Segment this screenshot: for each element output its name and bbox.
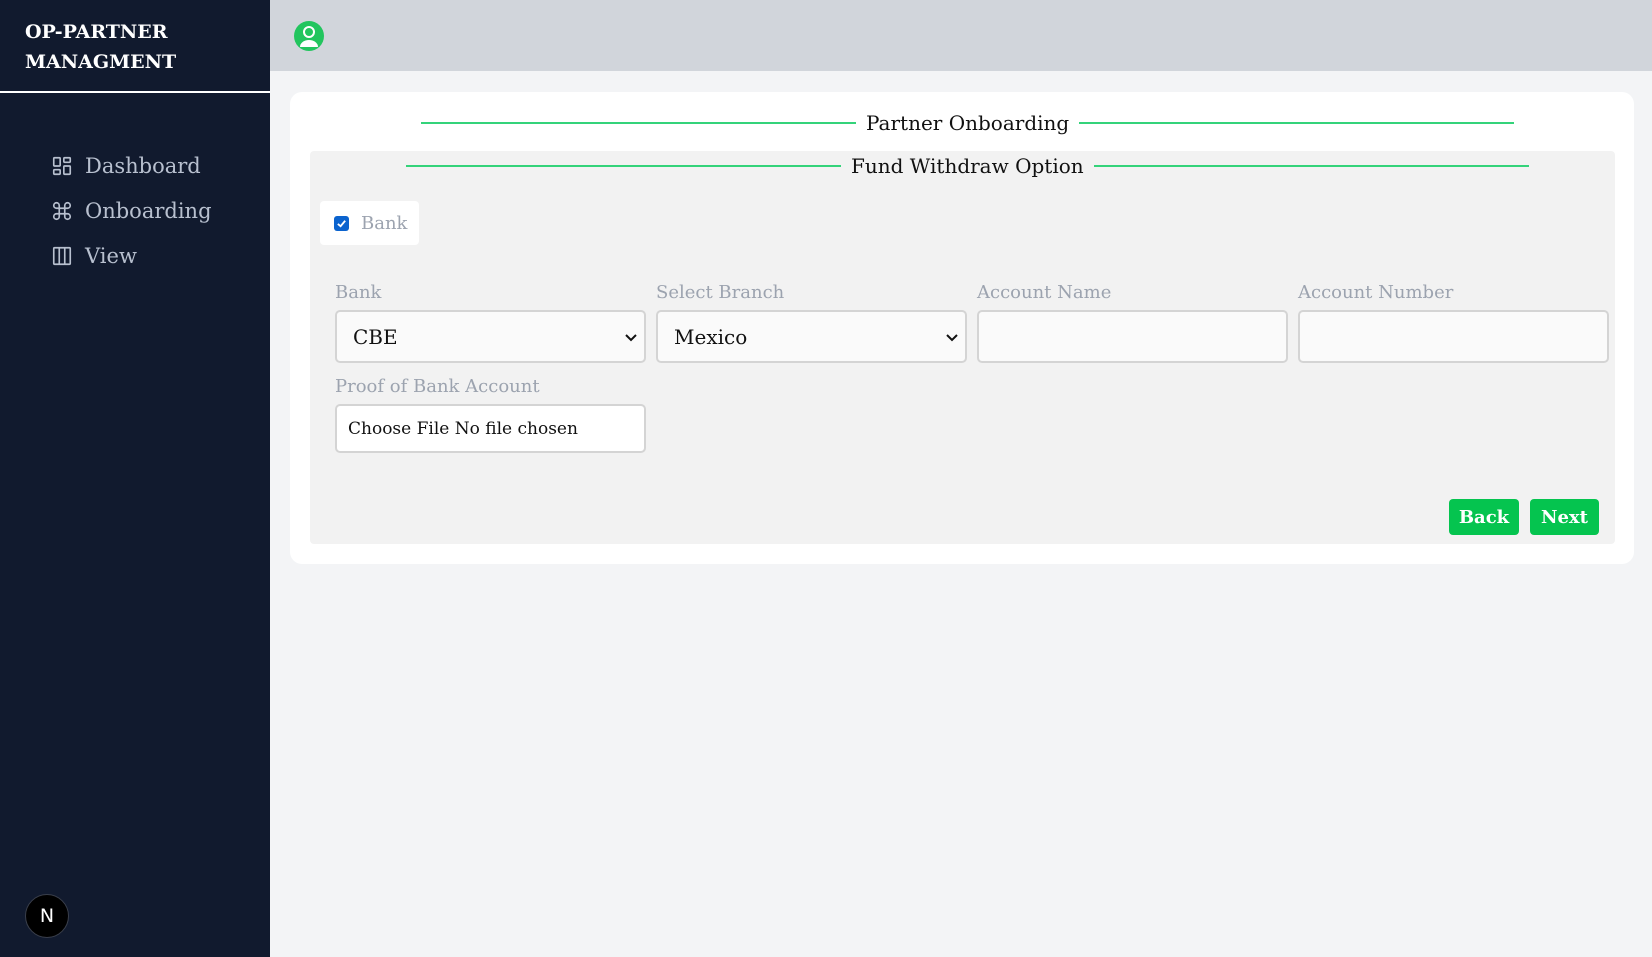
divider-line <box>406 165 841 167</box>
sidebar-item-label: View <box>85 243 137 268</box>
page-title: Partner Onboarding <box>421 111 1515 135</box>
back-button[interactable]: Back <box>1449 499 1519 535</box>
brand-title: OP-PARTNER MANAGMENT <box>0 0 270 93</box>
account-number-label: Account Number <box>1298 282 1454 303</box>
sidebar-nav: Dashboard Onboarding View <box>0 93 270 278</box>
proof-field: Proof of Bank Account Choose File No fil… <box>335 376 646 453</box>
sidebar-item-label: Onboarding <box>85 198 212 223</box>
onboarding-card: Partner Onboarding Fund Withdraw Option … <box>290 92 1634 564</box>
proof-file-input[interactable]: Choose File No file chosen <box>335 404 646 453</box>
fund-withdraw-section: Fund Withdraw Option Bank Bank CBE Selec… <box>310 151 1615 544</box>
sidebar: OP-PARTNER MANAGMENT Dashboard Onboardin… <box>0 0 270 957</box>
section-title: Fund Withdraw Option <box>406 154 1529 178</box>
divider-line <box>1079 122 1515 124</box>
branch-field: Select Branch Mexico <box>656 282 967 363</box>
sidebar-item-label: Dashboard <box>85 153 201 178</box>
branch-select[interactable]: Mexico <box>656 310 967 363</box>
proof-label: Proof of Bank Account <box>335 376 540 397</box>
bank-option[interactable]: Bank <box>320 201 419 245</box>
section-title-text: Fund Withdraw Option <box>851 154 1084 178</box>
bank-select[interactable]: CBE <box>335 310 646 363</box>
account-number-input[interactable] <box>1298 310 1609 363</box>
divider-line <box>1093 165 1529 167</box>
sidebar-item-view[interactable]: View <box>0 233 270 278</box>
bank-field: Bank CBE <box>335 282 646 363</box>
user-avatar-icon[interactable] <box>294 21 324 51</box>
check-icon <box>337 219 346 228</box>
page-title-text: Partner Onboarding <box>866 111 1070 135</box>
account-name-input[interactable] <box>977 310 1288 363</box>
bank-checkbox[interactable] <box>334 215 349 231</box>
divider-line <box>421 122 856 124</box>
brand-line-1: OP-PARTNER <box>25 21 168 43</box>
top-bar <box>270 0 1652 71</box>
account-number-field: Account Number <box>1298 282 1609 363</box>
dashboard-icon <box>52 156 72 175</box>
next-button[interactable]: Next <box>1530 499 1599 535</box>
bank-select-value: CBE <box>353 324 398 349</box>
chevron-down-icon <box>946 333 958 341</box>
command-icon <box>52 201 72 220</box>
sidebar-item-onboarding[interactable]: Onboarding <box>0 188 270 233</box>
brand-line-2: MANAGMENT <box>25 51 177 73</box>
account-name-field: Account Name <box>977 282 1288 363</box>
chevron-down-icon <box>625 333 637 341</box>
sidebar-item-dashboard[interactable]: Dashboard <box>0 143 270 188</box>
bank-label: Bank <box>335 282 382 303</box>
bank-checkbox-label: Bank <box>361 212 408 234</box>
columns-icon <box>52 246 72 265</box>
branch-label: Select Branch <box>656 282 785 303</box>
n-badge[interactable]: N <box>25 894 69 938</box>
account-name-label: Account Name <box>977 282 1112 303</box>
branch-select-value: Mexico <box>674 324 748 349</box>
proof-file-text: Choose File No file chosen <box>348 418 578 439</box>
